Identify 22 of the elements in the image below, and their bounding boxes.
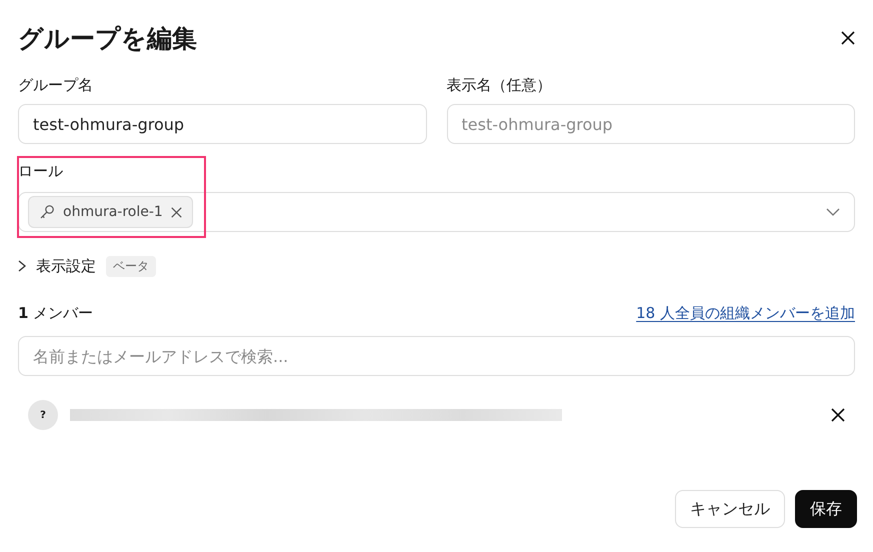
role-select[interactable]: ohmura-role-1 [18, 192, 855, 232]
chevron-down-icon [826, 208, 840, 216]
field-label: ロール [18, 162, 64, 182]
add-all-members-link[interactable]: 18 人全員の組織メンバーを追加 [636, 304, 855, 322]
search-field[interactable]: 名前またはメールアドレスで検索... [18, 336, 855, 376]
chevron-right-icon[interactable] [18, 260, 26, 272]
remove-icon[interactable] [170, 206, 182, 218]
beta-badge: ベータ [106, 256, 156, 276]
close-icon[interactable] [841, 31, 855, 45]
field-label: グループ名 [18, 76, 94, 96]
save-button[interactable]: 保存 [795, 490, 857, 528]
dialog-title: グループを編集 [18, 22, 197, 54]
field-label: 表示名（任意） [446, 76, 552, 96]
remove-icon[interactable] [831, 408, 845, 422]
key-icon [39, 204, 55, 220]
input-field[interactable]: test-ohmura-group [18, 104, 426, 144]
input-field[interactable]: test-ohmura-group [446, 104, 855, 144]
avatar: ? [28, 400, 58, 430]
chip-label: ohmura-role-1 [63, 204, 163, 220]
member-count: 1 メンバー [18, 304, 94, 322]
section-toggle[interactable]: 表示設定 [36, 256, 96, 276]
cancel-button[interactable]: キャンセル [675, 490, 785, 528]
